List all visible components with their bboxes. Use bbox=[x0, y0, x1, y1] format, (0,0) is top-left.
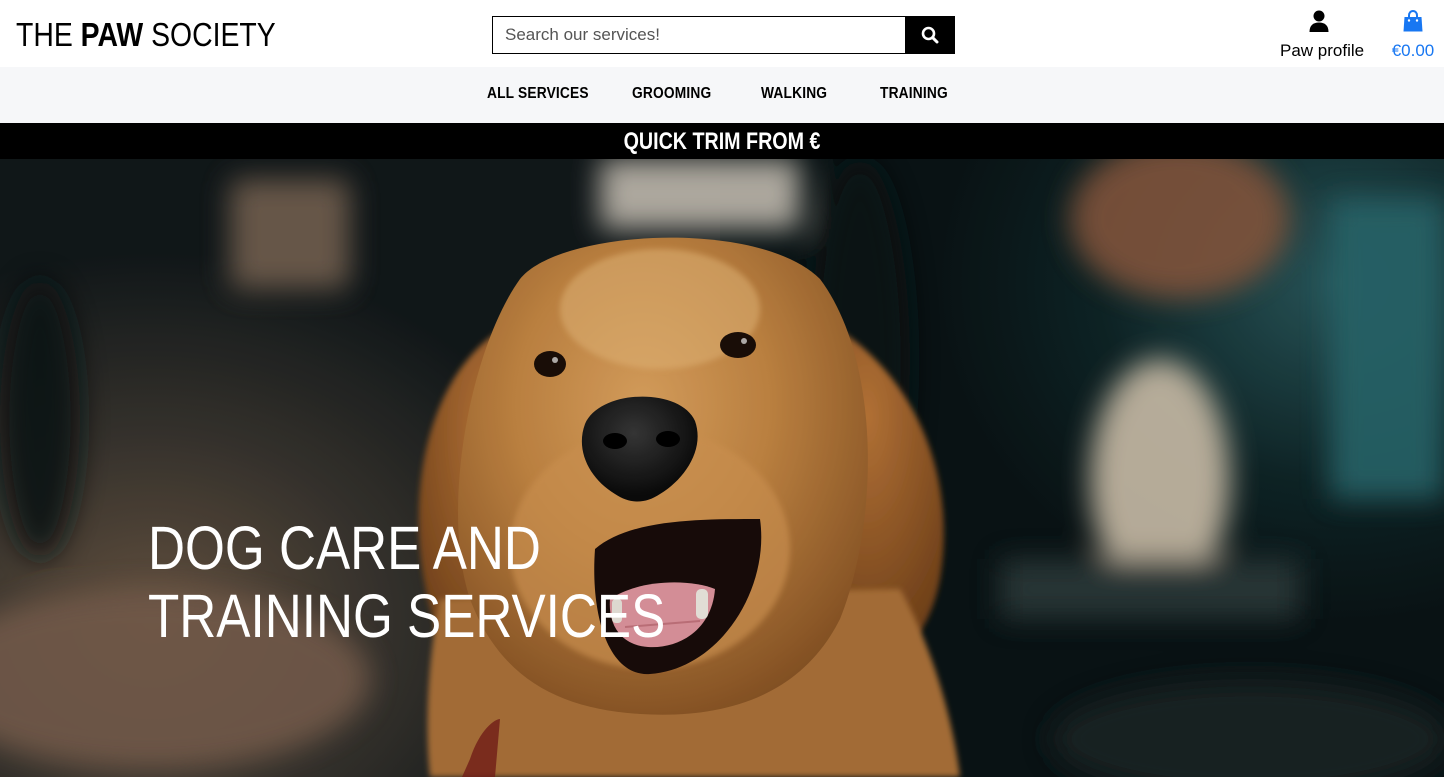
nav-item-walking[interactable]: WALKING bbox=[761, 85, 827, 103]
account-label: Paw profile bbox=[1280, 41, 1365, 60]
cart-total: €0.00 bbox=[1391, 41, 1435, 60]
main-nav: ALL SERVICES GROOMING WALKING TRAINING bbox=[0, 67, 1444, 123]
cart-link[interactable]: €0.00 bbox=[1390, 9, 1436, 63]
search-form bbox=[492, 16, 955, 54]
top-header: THE PAW SOCIETY Paw profile €0.00 bbox=[0, 0, 1444, 67]
search-input[interactable] bbox=[492, 16, 905, 54]
account-link[interactable]: Paw profile bbox=[1280, 10, 1365, 63]
logo-text-paw: PAW bbox=[80, 16, 144, 53]
promo-banner: QUICK TRIM FROM € bbox=[0, 123, 1444, 159]
nav-item-all-services[interactable]: ALL SERVICES bbox=[487, 85, 589, 103]
logo-text-the: THE bbox=[16, 16, 81, 53]
nav-item-training[interactable]: TRAINING bbox=[880, 85, 948, 103]
promo-text: QUICK TRIM FROM € bbox=[623, 128, 821, 155]
search-button[interactable] bbox=[905, 16, 955, 54]
logo-text-society: SOCIETY bbox=[143, 16, 276, 53]
nav-item-grooming[interactable]: GROOMING bbox=[632, 85, 711, 103]
hero-section: DOG CARE AND TRAINING SERVICES bbox=[0, 159, 1444, 777]
site-logo[interactable]: THE PAW SOCIETY bbox=[16, 15, 276, 55]
search-icon bbox=[921, 26, 939, 44]
hero-dog-image bbox=[0, 159, 1444, 777]
hero-title: DOG CARE AND TRAINING SERVICES bbox=[148, 514, 666, 650]
user-icon bbox=[1309, 10, 1329, 32]
shopping-bag-icon bbox=[1403, 9, 1423, 32]
